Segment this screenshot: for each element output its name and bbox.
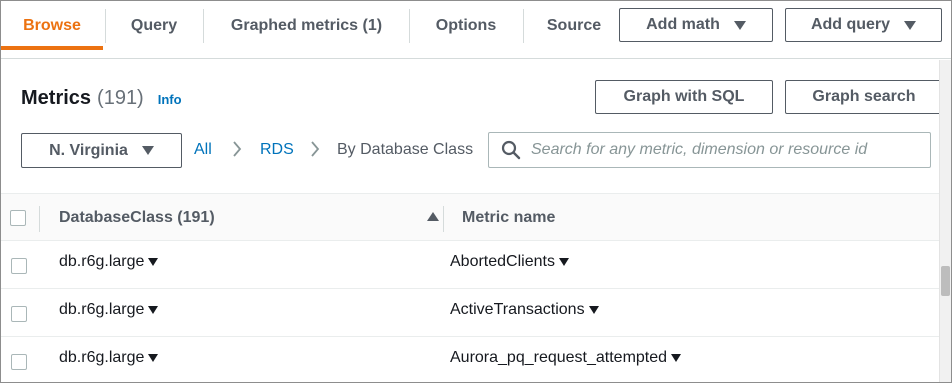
metrics-browser-panel: Browse Query Graphed metrics (1) Options…: [0, 0, 952, 383]
database-class-cell[interactable]: db.r6g.large: [59, 253, 159, 271]
caret-down-icon: [904, 20, 917, 30]
page-title: Metrics: [21, 87, 92, 109]
add-math-label: Add math: [646, 16, 720, 33]
metric-name-value: Aurora_pq_request_attempted: [450, 349, 668, 366]
table-row: db.r6g.large ActiveTransactions: [1, 289, 941, 337]
tab-source[interactable]: Source: [524, 1, 624, 51]
graph-search-label: Graph search: [812, 88, 916, 105]
database-class-cell[interactable]: db.r6g.large: [59, 349, 159, 367]
caret-down-icon: [148, 354, 159, 362]
tab-query[interactable]: Query: [106, 1, 202, 51]
breadcrumb-all[interactable]: All: [194, 141, 212, 159]
add-query-label: Add query: [810, 16, 891, 33]
tab-graphed-metrics[interactable]: Graphed metrics (1): [204, 1, 409, 51]
active-tab-indicator: [1, 46, 103, 50]
metric-name-cell[interactable]: Aurora_pq_request_attempted: [450, 349, 682, 367]
breadcrumb-rds[interactable]: RDS: [260, 141, 294, 159]
database-class-cell[interactable]: db.r6g.large: [59, 301, 159, 319]
search-icon: [501, 140, 521, 160]
table-header: DatabaseClass (191) Metric name: [1, 193, 951, 241]
add-query-button[interactable]: Add query: [785, 8, 942, 42]
column-divider: [443, 206, 444, 232]
vertical-scrollbar[interactable]: [939, 60, 951, 382]
graph-search-button[interactable]: Graph search: [785, 80, 943, 114]
chevron-right-icon: [311, 141, 320, 157]
search-input[interactable]: [531, 141, 930, 159]
caret-down-icon: [733, 20, 746, 30]
caret-down-icon: [671, 354, 682, 362]
metric-name-cell[interactable]: AbortedClients: [450, 253, 569, 271]
metrics-count: (191): [97, 87, 144, 109]
caret-down-icon: [558, 258, 569, 266]
sort-ascending-icon[interactable]: [427, 212, 439, 221]
region-selector[interactable]: N. Virginia: [21, 133, 182, 168]
column-header-metric-name[interactable]: Metric name: [462, 209, 555, 227]
breadcrumb-current: By Database Class: [337, 141, 474, 158]
row-checkbox[interactable]: [11, 258, 27, 274]
row-checkbox[interactable]: [11, 354, 27, 370]
column-header-database-class[interactable]: DatabaseClass (191): [59, 209, 215, 227]
column-divider: [39, 206, 40, 232]
database-class-value: db.r6g.large: [59, 253, 145, 270]
scrollbar-thumb[interactable]: [941, 266, 950, 296]
database-class-value: db.r6g.large: [59, 301, 145, 318]
page-header: Metrics (191) Info: [21, 87, 182, 110]
table-row: db.r6g.large AbortedClients: [1, 241, 941, 289]
graph-with-sql-label: Graph with SQL: [623, 88, 745, 105]
caret-down-icon: [141, 146, 154, 155]
row-checkbox[interactable]: [11, 306, 27, 322]
caret-down-icon: [588, 306, 599, 314]
metric-search-box[interactable]: [488, 132, 931, 168]
tab-browse[interactable]: Browse: [1, 1, 103, 51]
add-math-button[interactable]: Add math: [619, 8, 773, 42]
tab-options[interactable]: Options: [410, 1, 522, 51]
metric-name-value: ActiveTransactions: [450, 301, 585, 318]
tab-bar: Browse Query Graphed metrics (1) Options…: [1, 1, 951, 59]
info-link[interactable]: Info: [158, 92, 182, 107]
chevron-right-icon: [233, 141, 242, 157]
caret-down-icon: [148, 258, 159, 266]
graph-with-sql-button[interactable]: Graph with SQL: [595, 80, 773, 114]
table-row: db.r6g.large Aurora_pq_request_attempted: [1, 337, 941, 382]
metric-name-cell[interactable]: ActiveTransactions: [450, 301, 599, 319]
caret-down-icon: [148, 306, 159, 314]
database-class-value: db.r6g.large: [59, 349, 145, 366]
region-label: N. Virginia: [49, 141, 128, 159]
metric-name-value: AbortedClients: [450, 253, 555, 270]
select-all-checkbox[interactable]: [10, 210, 26, 226]
